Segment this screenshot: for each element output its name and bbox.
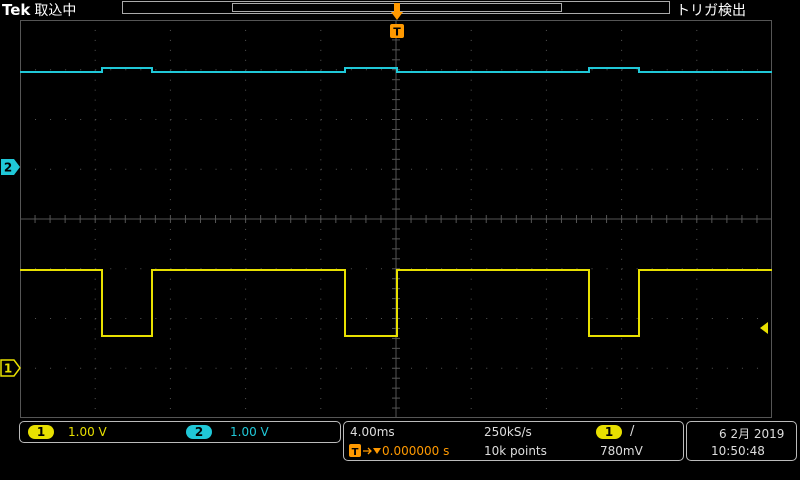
trigger-marker-label: T (393, 26, 401, 39)
ch1-marker-label: 1 (4, 362, 12, 376)
ch1-scale: 1.00 V (68, 425, 107, 439)
time-per-division: 4.00ms (350, 425, 395, 439)
brand-name: Tek (2, 1, 31, 19)
date-time-panel: 6 2月 2019 10:50:48 (686, 421, 797, 461)
ch2-badge[interactable]: 2 (186, 425, 212, 439)
bottom-readout-bar: 1 1.00 V 2 1.00 V 4.00ms 250kS/s 1 / T 0… (0, 418, 800, 480)
svg-text:T: T (352, 447, 359, 458)
trigger-position-marker[interactable]: T (388, 0, 406, 40)
trigger-level-marker[interactable] (758, 321, 772, 335)
acquisition-state: 取込中 (34, 3, 77, 19)
trigger-status: トリガ検出 (676, 3, 746, 19)
ch1-waveform (20, 269, 772, 337)
record-length: 10k points (484, 444, 547, 458)
trigger-level: 780mV (600, 444, 643, 458)
ch2-waveform (20, 67, 772, 73)
trigger-position-value: 0.000000 s (382, 444, 450, 458)
horizontal-trigger-panel[interactable]: 4.00ms 250kS/s 1 / T 0.000000 s 10k poin… (343, 421, 684, 461)
date-readout: 6 2月 2019 (719, 427, 785, 441)
ch1-ground-marker[interactable]: 1 (0, 359, 22, 377)
waveform-graticule[interactable] (20, 20, 772, 418)
trigger-position-icon: T (349, 443, 381, 458)
ch2-scale: 1.00 V (230, 425, 269, 439)
graticule-grid (20, 20, 772, 418)
brand-logo: Tek 取込中 (2, 0, 76, 20)
ch2-ground-marker[interactable]: 2 (0, 158, 22, 176)
ch1-badge[interactable]: 1 (28, 425, 54, 439)
vertical-scale-panel[interactable]: 1 1.00 V 2 1.00 V (19, 421, 341, 443)
trigger-slope-icon: / (630, 424, 635, 439)
time-readout: 10:50:48 (711, 444, 765, 458)
trigger-source-badge[interactable]: 1 (596, 425, 622, 439)
ch2-marker-label: 2 (4, 161, 12, 175)
sample-rate: 250kS/s (484, 425, 532, 439)
